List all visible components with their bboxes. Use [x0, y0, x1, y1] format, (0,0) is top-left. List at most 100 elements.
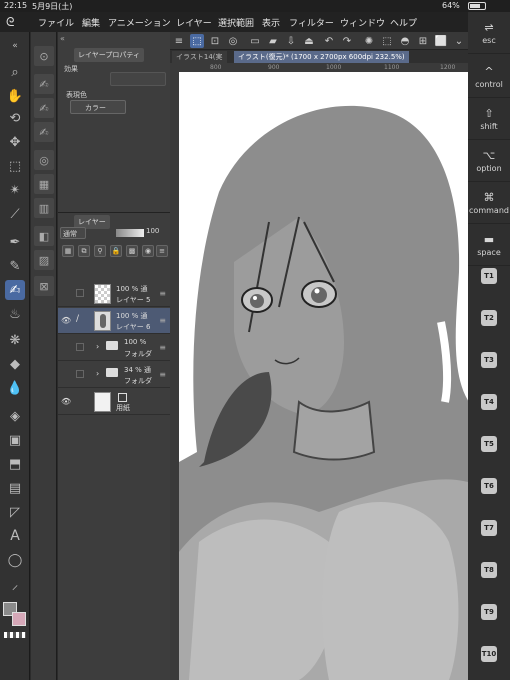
eye-icon[interactable]: 👁 — [61, 397, 71, 407]
mask-icon[interactable]: ▩ — [126, 245, 138, 257]
doc-tab-active[interactable]: イラスト(復元)* (1700 x 2700px 600dpi 232.5%) — [234, 51, 409, 63]
layer-row[interactable]: 👁 用紙 — [58, 389, 170, 415]
text-icon[interactable]: A — [5, 526, 25, 546]
figure-icon[interactable]: ⬒ — [5, 454, 25, 474]
option-key[interactable]: ⌥ option — [468, 140, 510, 182]
layer-menu-icon[interactable]: ≡ — [159, 289, 166, 298]
menu-view[interactable]: 表示 — [262, 16, 280, 29]
t8-key[interactable]: T8 — [481, 562, 497, 578]
frame-icon[interactable]: ▤ — [5, 478, 25, 498]
menu-layer[interactable]: レイヤー — [176, 16, 212, 29]
sub-color-swatch[interactable] — [12, 612, 26, 626]
layer-visibility-box[interactable] — [76, 370, 84, 378]
lock-transparent-icon[interactable]: ▦ — [62, 245, 74, 257]
layer-menu-icon[interactable]: ≡ — [159, 343, 166, 352]
opacity-slider[interactable] — [116, 229, 144, 237]
deselect-icon[interactable]: ⬜ — [434, 34, 448, 48]
doc-tab-inactive[interactable]: イラスト14(実 — [172, 51, 227, 63]
chevron-right-icon[interactable]: › — [96, 342, 99, 351]
fill-icon[interactable]: ◈ — [5, 406, 25, 426]
subtool-brush-a-icon[interactable]: ✍ — [34, 74, 54, 94]
command-key[interactable]: ⌘ command — [468, 182, 510, 224]
menu-help[interactable]: ヘルプ — [390, 16, 417, 29]
t7-key[interactable]: T7 — [481, 520, 497, 536]
crop-icon[interactable]: ⊞ — [416, 34, 430, 48]
chevron-down-icon[interactable]: ⌄ — [452, 34, 466, 48]
space-key[interactable]: ▬ space — [468, 224, 510, 266]
blend-mode-select[interactable]: 通常 — [60, 227, 86, 239]
t4-key[interactable]: T4 — [481, 394, 497, 410]
rotate-icon[interactable]: ⟲ — [5, 108, 25, 128]
menu-filter[interactable]: フィルター — [289, 16, 334, 29]
subtool-panel-icon[interactable]: ▥ — [34, 198, 54, 218]
auto-select-icon[interactable]: ✴ — [5, 180, 25, 200]
clip-icon[interactable]: ⧉ — [78, 245, 90, 257]
lock-icon[interactable]: 🔒 — [110, 245, 122, 257]
subtool-brush-b-icon[interactable]: ✍ — [34, 98, 54, 118]
reference-icon[interactable]: ⚲ — [94, 245, 106, 257]
fill-selection-icon[interactable]: ◓ — [398, 34, 412, 48]
selection-icon[interactable]: ⬚ — [5, 156, 25, 176]
select-all-icon[interactable]: ⬚ — [380, 34, 394, 48]
layer-property-tab[interactable]: レイヤープロパティ — [74, 48, 144, 62]
chevron-right-icon[interactable]: › — [96, 369, 99, 378]
menu-animation[interactable]: アニメーション — [108, 16, 171, 29]
clear-icon[interactable]: ✺ — [362, 34, 376, 48]
display-color-select[interactable]: カラー — [70, 100, 126, 114]
ruler-icon[interactable]: ◸ — [5, 502, 25, 522]
layer-color-icon[interactable]: ◉ — [142, 245, 154, 257]
export-icon[interactable]: ⏏ — [302, 34, 316, 48]
open-icon[interactable]: ▰ — [266, 34, 280, 48]
t1-key[interactable]: T1 — [481, 268, 497, 284]
blend-icon[interactable]: 💧 — [5, 378, 25, 398]
hamburger-icon[interactable]: ≡ — [172, 34, 186, 48]
new-file-icon[interactable]: ▭ — [248, 34, 262, 48]
esc-key[interactable]: ⇌ esc — [468, 12, 510, 54]
subtool-layers-icon[interactable]: ◧ — [34, 226, 54, 246]
drawing-canvas[interactable] — [179, 72, 468, 680]
t9-key[interactable]: T9 — [481, 604, 497, 620]
layer-row[interactable]: › 34 % 通 フォルダ ≡ — [58, 362, 170, 388]
app-logo-icon[interactable]: ᘓ — [6, 15, 14, 30]
subtool-settings-icon[interactable]: ◎ — [34, 150, 54, 170]
layer-row[interactable]: › 100 % フォルダ ≡ — [58, 335, 170, 361]
subtool-delete-icon[interactable]: ⊠ — [34, 276, 54, 296]
t3-key[interactable]: T3 — [481, 352, 497, 368]
subtool-brush-c-icon[interactable]: ✍ — [34, 122, 54, 142]
control-key[interactable]: ^ control — [468, 56, 510, 98]
subtool-grid-icon[interactable]: ▦ — [34, 174, 54, 194]
subtool-search-icon[interactable]: ⊙ — [34, 46, 54, 66]
layer-move-icon[interactable]: ⬚ — [190, 34, 204, 48]
gradient-icon[interactable]: ▣ — [5, 430, 25, 450]
subtool-stack-icon[interactable]: ▨ — [34, 250, 54, 270]
eyedropper-icon[interactable]: ⟋ — [5, 204, 25, 224]
t6-key[interactable]: T6 — [481, 478, 497, 494]
correct-line-icon[interactable]: ⸝ — [5, 574, 25, 594]
save-icon[interactable]: ⇩ — [284, 34, 298, 48]
transparent-color-swatch[interactable] — [4, 632, 26, 638]
menu-selection[interactable]: 選択範囲 — [218, 16, 254, 29]
hand-icon[interactable]: ✋ — [5, 86, 25, 106]
t2-key[interactable]: T2 — [481, 310, 497, 326]
airbrush-icon[interactable]: ♨ — [5, 304, 25, 324]
collapse-arrows-icon[interactable]: « — [5, 36, 25, 56]
pen-icon[interactable]: ✒ — [5, 232, 25, 252]
layer-menu-icon[interactable]: ≡ — [159, 316, 166, 325]
t5-key[interactable]: T5 — [481, 436, 497, 452]
layer-menu-icon[interactable]: ≡ — [159, 370, 166, 379]
navigator-icon[interactable]: ◎ — [226, 34, 240, 48]
transform-icon[interactable]: ⊡ — [208, 34, 222, 48]
panel-collapse-icon[interactable]: « — [60, 34, 65, 43]
menu-window[interactable]: ウィンドウ — [340, 16, 385, 29]
opacity-value[interactable]: 100 — [146, 227, 159, 235]
layer-row[interactable]: 100 % 通 レイヤー 5 ≡ — [58, 281, 170, 307]
menu-edit[interactable]: 編集 — [82, 16, 100, 29]
pencil-icon[interactable]: ✎ — [5, 256, 25, 276]
balloon-icon[interactable]: ◯ — [5, 550, 25, 570]
eraser-icon[interactable]: ◆ — [5, 354, 25, 374]
brush-icon[interactable]: ✍ — [5, 280, 25, 300]
shift-key[interactable]: ⇧ shift — [468, 98, 510, 140]
decoration-icon[interactable]: ❋ — [5, 330, 25, 350]
zoom-icon[interactable]: ⌕ — [5, 62, 25, 82]
effect-buttons[interactable] — [110, 72, 166, 86]
